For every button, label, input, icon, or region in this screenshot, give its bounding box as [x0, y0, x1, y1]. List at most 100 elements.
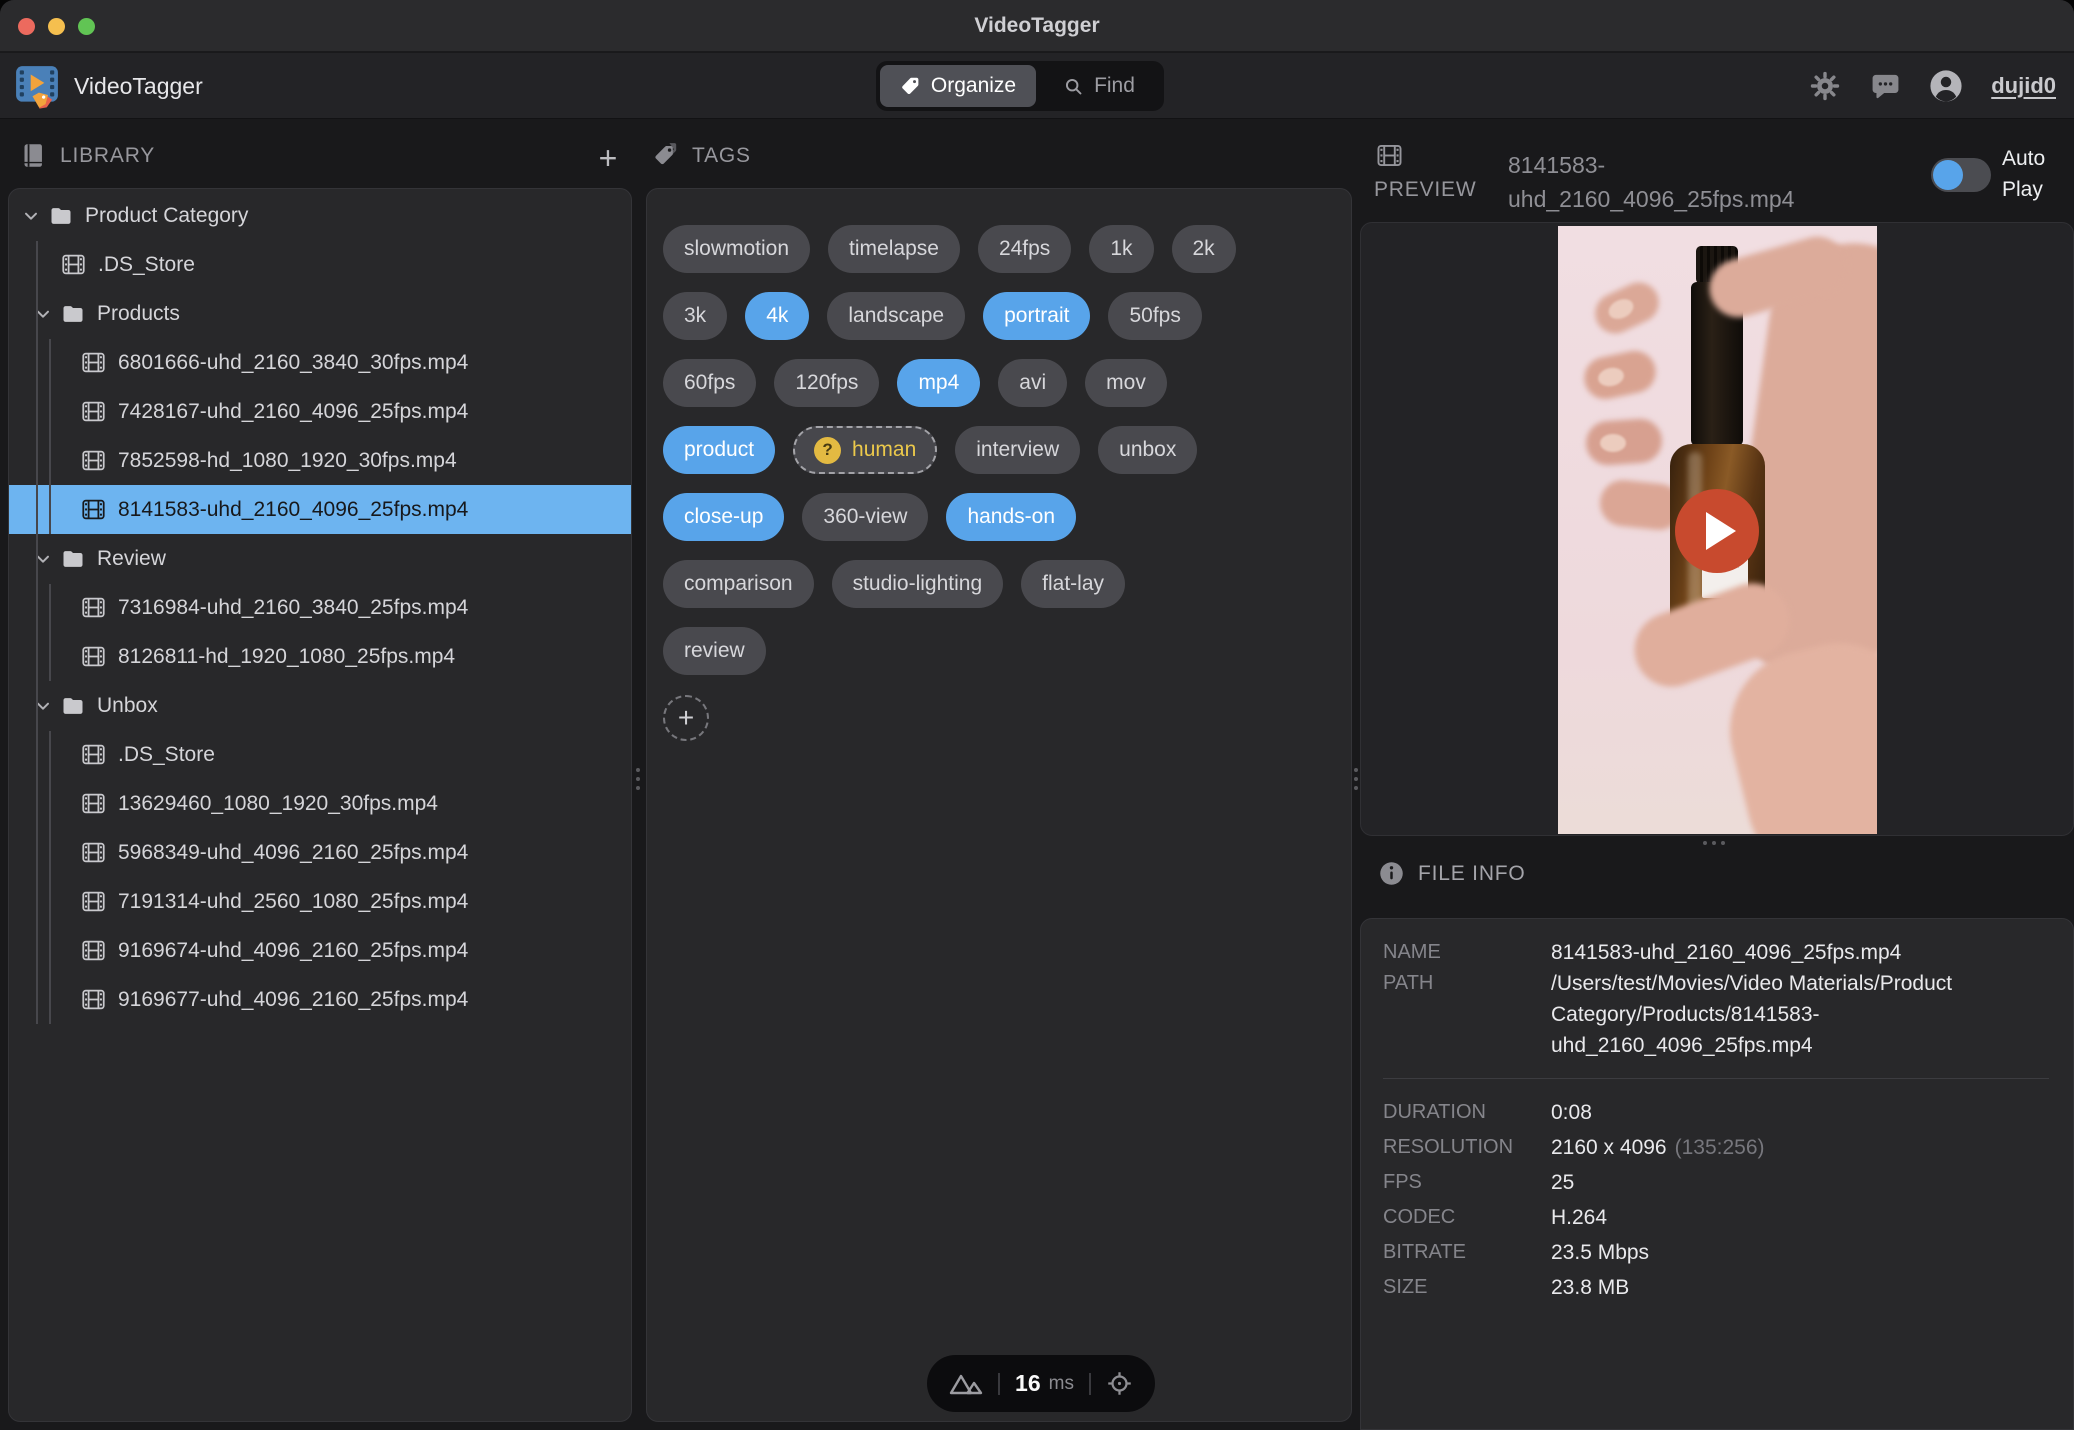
tab-organize[interactable]: Organize	[880, 65, 1036, 107]
username-link[interactable]: dujid0	[1991, 73, 2056, 99]
tag-pill-comparison[interactable]: comparison	[663, 560, 814, 608]
tag-pill-unbox[interactable]: unbox	[1098, 426, 1197, 474]
tag-label: timelapse	[849, 237, 939, 261]
tree-file-row[interactable]: 8126811-hd_1920_1080_25fps.mp4	[9, 632, 631, 681]
tag-pill-2k[interactable]: 2k	[1172, 225, 1236, 273]
video-file-icon	[81, 350, 106, 375]
tree-file-row[interactable]: 5968349-uhd_4096_2160_25fps.mp4	[9, 828, 631, 877]
inspector-crosshair-icon[interactable]	[1106, 1370, 1133, 1397]
tag-pill-hands-on[interactable]: hands-on	[946, 493, 1076, 541]
divider	[1383, 1078, 2049, 1079]
file-info-row: NAME8141583-uhd_2160_4096_25fps.mp4	[1383, 937, 2049, 968]
tag-pill-24fps[interactable]: 24fps	[978, 225, 1071, 273]
tree-item-label: 7428167-uhd_2160_4096_25fps.mp4	[118, 400, 468, 424]
tag-pill-slowmotion[interactable]: slowmotion	[663, 225, 810, 273]
tag-pill-360-view[interactable]: 360-view	[802, 493, 928, 541]
mode-switcher: Organize Find	[876, 61, 1164, 111]
tree-item-label: 8141583-uhd_2160_4096_25fps.mp4	[118, 498, 468, 522]
tag-pill-product[interactable]: product	[663, 426, 775, 474]
video-file-icon	[81, 938, 106, 963]
file-info-row: PATH/Users/test/Movies/Video Materials/P…	[1383, 968, 2049, 1061]
tree-item-label: 6801666-uhd_2160_3840_30fps.mp4	[118, 351, 468, 375]
chevron-down-icon[interactable]	[21, 206, 41, 226]
tag-pill-human[interactable]: ?human	[793, 426, 937, 474]
gear-icon[interactable]	[1808, 69, 1842, 103]
video-preview[interactable]: SERUM	[1558, 226, 1877, 834]
file-info-title: FILE INFO	[1418, 862, 1526, 886]
tree-folder-row[interactable]: Review	[9, 534, 631, 583]
tag-pill-portrait[interactable]: portrait	[983, 292, 1090, 340]
tag-pill-3k[interactable]: 3k	[663, 292, 727, 340]
tree-item-label: 9169677-uhd_4096_2160_25fps.mp4	[118, 988, 468, 1012]
tag-pill-4k[interactable]: 4k	[745, 292, 809, 340]
file-info-value: 0:08	[1551, 1095, 1592, 1130]
tree-indent-guide	[36, 241, 38, 1024]
divider	[1089, 1373, 1091, 1395]
tree-folder-row[interactable]: Products	[9, 289, 631, 338]
library-panel: Product Category.DS_StoreProducts6801666…	[8, 188, 632, 1422]
tag-pill-avi[interactable]: avi	[998, 359, 1067, 407]
tag-pill-120fps[interactable]: 120fps	[774, 359, 879, 407]
tag-pill-50fps[interactable]: 50fps	[1108, 292, 1201, 340]
video-file-icon	[81, 497, 106, 522]
tag-pill-interview[interactable]: interview	[955, 426, 1080, 474]
tree-indent-guide	[49, 339, 51, 534]
play-button[interactable]	[1675, 489, 1759, 573]
tree-file-row[interactable]: 9169674-uhd_4096_2160_25fps.mp4	[9, 926, 631, 975]
tag-pill-timelapse[interactable]: timelapse	[828, 225, 960, 273]
preview-film-icon	[1376, 142, 1403, 169]
tree-file-row[interactable]: 7191314-uhd_2560_1080_25fps.mp4	[9, 877, 631, 926]
tag-pill-review[interactable]: review	[663, 627, 766, 675]
folder-icon	[61, 694, 85, 718]
autoplay-toggle-knob[interactable]	[1933, 160, 1963, 190]
file-info-identity-rows: NAME8141583-uhd_2160_4096_25fps.mp4PATH/…	[1383, 937, 2049, 1061]
tag-pill-60fps[interactable]: 60fps	[663, 359, 756, 407]
tag-label: interview	[976, 438, 1059, 462]
fingernail	[1600, 434, 1626, 452]
autoplay-toggle[interactable]	[1931, 158, 1991, 192]
file-info-row: RESOLUTION2160 x 4096(135:256)	[1383, 1130, 2049, 1165]
tag-label: hands-on	[967, 505, 1055, 529]
tree-folder-row[interactable]: Product Category	[9, 191, 631, 240]
tree-file-row[interactable]: 8141583-uhd_2160_4096_25fps.mp4	[9, 485, 631, 534]
file-info-value: 2160 x 4096	[1551, 1130, 1667, 1165]
file-info-value: 23.8 MB	[1551, 1270, 1629, 1305]
file-info-value: 25	[1551, 1165, 1574, 1200]
tag-pill-close-up[interactable]: close-up	[663, 493, 784, 541]
user-avatar-icon[interactable]	[1929, 69, 1963, 103]
tab-find[interactable]: Find	[1038, 65, 1160, 107]
titlebar: VideoTagger	[0, 0, 2074, 52]
resize-handle-right[interactable]	[1354, 768, 1358, 790]
tree-file-row[interactable]: 13629460_1080_1920_30fps.mp4	[9, 779, 631, 828]
preview-resize-handle[interactable]	[1703, 841, 1725, 845]
tree-file-row[interactable]: 6801666-uhd_2160_3840_30fps.mp4	[9, 338, 631, 387]
tag-pill-landscape[interactable]: landscape	[827, 292, 965, 340]
file-info-header: FILE INFO	[1378, 860, 1526, 887]
videotagger-window: VideoTagger VideoTagger	[0, 0, 2074, 1430]
tree-file-row[interactable]: 7852598-hd_1080_1920_30fps.mp4	[9, 436, 631, 485]
devtools-statusbar[interactable]: 16 ms	[927, 1355, 1155, 1412]
tag-pill-mov[interactable]: mov	[1085, 359, 1167, 407]
tree-file-row[interactable]: .DS_Store	[9, 240, 631, 289]
tag-pill-1k[interactable]: 1k	[1089, 225, 1153, 273]
add-tag-button[interactable]: +	[663, 695, 709, 741]
tag-pill-flat-lay[interactable]: flat-lay	[1021, 560, 1125, 608]
tags-icon	[652, 142, 679, 169]
tag-label: 2k	[1193, 237, 1215, 261]
tag-pill-mp4[interactable]: mp4	[897, 359, 980, 407]
tag-label: 3k	[684, 304, 706, 328]
tree-item-label: Unbox	[97, 694, 158, 718]
tree-file-row[interactable]: .DS_Store	[9, 730, 631, 779]
tree-file-row[interactable]: 7316984-uhd_2160_3840_25fps.mp4	[9, 583, 631, 632]
resize-handle-left[interactable]	[636, 768, 640, 790]
feedback-chat-icon[interactable]	[1870, 71, 1901, 102]
video-file-icon	[81, 791, 106, 816]
tag-pill-studio-lighting[interactable]: studio-lighting	[832, 560, 1004, 608]
video-file-icon	[81, 742, 106, 767]
tag-icon	[900, 76, 921, 97]
tree-folder-row[interactable]: Unbox	[9, 681, 631, 730]
header-actions: dujid0	[1808, 53, 2056, 119]
add-library-folder-button[interactable]: +	[588, 138, 628, 178]
tree-file-row[interactable]: 7428167-uhd_2160_4096_25fps.mp4	[9, 387, 631, 436]
tree-file-row[interactable]: 9169677-uhd_4096_2160_25fps.mp4	[9, 975, 631, 1024]
